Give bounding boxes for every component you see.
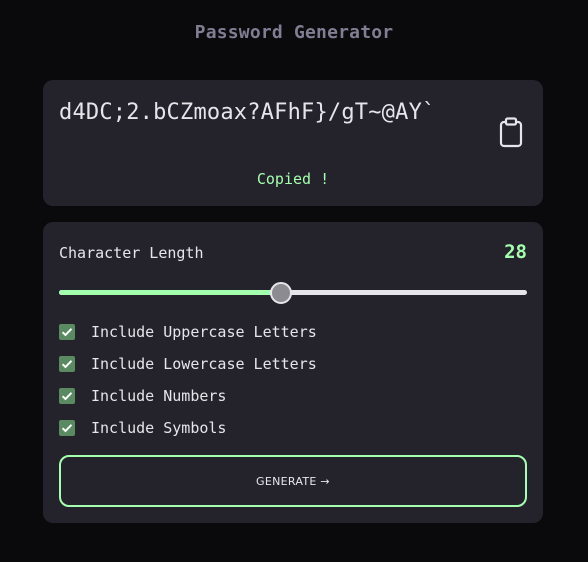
character-length-value: 28 [504,241,527,263]
copied-status: Copied ! [256,170,330,188]
checkmark-icon [61,328,73,337]
password-display: d4DC;2.bCZmoax?AFhF}/gT~@AY` [59,100,436,125]
slider-track [59,290,527,295]
option-uppercase[interactable]: Include Uppercase Letters [59,322,317,342]
option-numbers[interactable]: Include Numbers [59,386,226,406]
uppercase-label: Include Uppercase Letters [91,323,317,341]
option-symbols[interactable]: Include Symbols [59,418,226,438]
checkmark-icon [61,424,73,433]
numbers-label: Include Numbers [91,387,227,405]
slider-thumb[interactable] [270,282,292,304]
password-output-panel: d4DC;2.bCZmoax?AFhF}/gT~@AY` Copied ! [43,80,543,206]
generate-button[interactable]: GENERATE → [59,455,527,507]
checkmark-icon [61,360,73,369]
settings-panel: Character Length 28 Include Uppercase Le… [43,222,543,523]
uppercase-checkbox[interactable] [59,324,75,340]
app-title: Password Generator [194,22,394,43]
lowercase-label: Include Lowercase Letters [91,355,317,373]
symbols-checkbox[interactable] [59,420,75,436]
generate-label: GENERATE → [256,474,330,488]
lowercase-checkbox[interactable] [59,356,75,372]
copy-button[interactable] [497,116,525,148]
slider-fill [59,290,281,295]
clipboard-icon [499,117,523,148]
character-length-label: Character Length [59,244,204,262]
option-lowercase[interactable]: Include Lowercase Letters [59,354,317,374]
length-slider[interactable] [59,282,527,304]
symbols-label: Include Symbols [91,419,227,437]
checkmark-icon [61,392,73,401]
numbers-checkbox[interactable] [59,388,75,404]
